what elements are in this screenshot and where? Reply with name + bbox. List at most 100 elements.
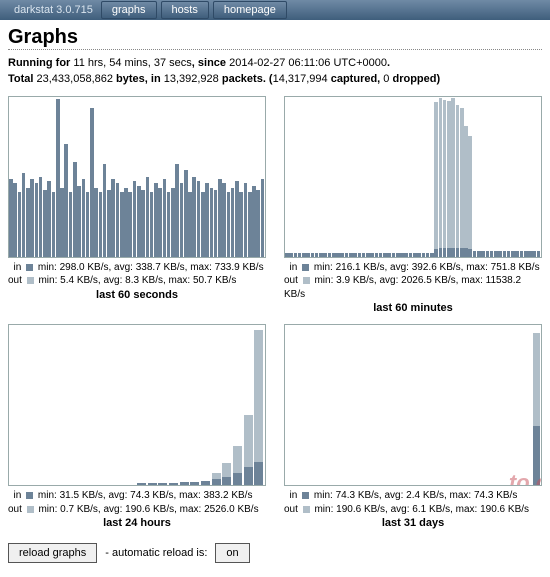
bar-in — [13, 183, 17, 257]
bar-in — [503, 251, 507, 257]
bar-in — [133, 181, 137, 257]
bar-in — [86, 192, 90, 257]
swatch-out-icon — [27, 277, 34, 284]
bar-in — [99, 192, 103, 257]
swatch-in-icon — [302, 264, 309, 271]
top-navbar: darkstat 3.0.715 graphs hosts homepage — [0, 0, 550, 20]
bar-in — [175, 164, 179, 257]
page-title: Graphs — [8, 26, 542, 50]
bar-in — [494, 251, 498, 257]
bar-in — [201, 481, 210, 485]
bar-in — [285, 253, 289, 257]
nav-link-homepage[interactable]: homepage — [213, 1, 287, 19]
bar-in — [82, 179, 86, 257]
legend-min: in min: 216.1 KB/s, avg: 392.6 KB/s, max… — [284, 261, 542, 302]
reload-graphs-button[interactable]: reload graphs — [8, 543, 97, 563]
bar-in — [528, 251, 532, 257]
bar-in — [306, 253, 310, 257]
bar-in — [537, 251, 541, 257]
bar-in — [205, 183, 209, 257]
bar-in — [158, 483, 167, 485]
bar-in — [477, 251, 481, 257]
bar-in — [524, 251, 528, 257]
chart-min — [284, 96, 542, 258]
swatch-in-icon — [302, 492, 309, 499]
swatch-in-icon — [26, 492, 33, 499]
bar-out — [451, 98, 455, 257]
bar-in — [439, 248, 443, 257]
bar-in — [248, 192, 252, 257]
bar-in — [379, 253, 383, 257]
bar-in — [212, 479, 221, 485]
bar-in — [150, 192, 154, 257]
bar-in — [456, 248, 460, 257]
bar-in — [319, 253, 323, 257]
bar-in — [56, 99, 60, 257]
swatch-out-icon — [303, 506, 310, 513]
bar-in — [481, 251, 485, 257]
bar-in — [163, 179, 167, 257]
bar-in — [302, 253, 306, 257]
graphs-grid: in min: 298.0 KB/s, avg: 338.7 KB/s, max… — [8, 96, 542, 530]
bar-in — [64, 144, 68, 256]
bar-out — [439, 98, 443, 257]
bar-in — [358, 253, 362, 257]
bar-in — [201, 192, 205, 257]
bar-in — [146, 177, 150, 257]
bar-in — [73, 162, 77, 257]
bar-in — [345, 253, 349, 257]
page-body: Graphs Running for 11 hrs, 54 mins, 37 s… — [0, 20, 550, 577]
bar-in — [52, 192, 56, 257]
bar-in — [430, 253, 434, 257]
bar-out — [434, 102, 438, 256]
total-bytes: 23,433,058,862 — [37, 73, 113, 85]
bar-out — [443, 100, 447, 257]
bar-in — [417, 253, 421, 257]
bar-in — [328, 253, 332, 257]
graph-card-hr: in min: 31.5 KB/s, avg: 74.3 KB/s, max: … — [8, 324, 266, 529]
bar-in — [520, 251, 524, 257]
bar-in — [148, 483, 157, 485]
bar-out — [456, 105, 460, 257]
bar-in — [103, 164, 107, 257]
reload-row: reload graphs - automatic reload is: on — [8, 543, 542, 563]
bar-in — [426, 253, 430, 257]
bar-in — [298, 253, 302, 257]
total-label: Total — [8, 73, 37, 85]
bar-in — [511, 251, 515, 257]
bar-in — [252, 186, 256, 257]
swatch-in-icon — [26, 264, 33, 271]
bar-in — [107, 190, 111, 257]
bar-out — [447, 101, 451, 257]
bar-in — [222, 183, 226, 257]
bar-in — [392, 253, 396, 257]
chart-title: last 60 minutes — [284, 302, 542, 314]
bar-out — [460, 108, 464, 257]
bar-in — [323, 253, 327, 257]
nav-link-hosts[interactable]: hosts — [161, 1, 209, 19]
bar-in — [532, 251, 536, 257]
bar-in — [413, 253, 417, 257]
bar-in — [507, 251, 511, 257]
status-lines: Running for 11 hrs, 54 mins, 37 secs, si… — [8, 56, 542, 88]
nav-link-graphs[interactable]: graphs — [101, 1, 157, 19]
bar-in — [137, 483, 146, 485]
legend-hr: in min: 31.5 KB/s, avg: 74.3 KB/s, max: … — [8, 489, 266, 516]
bar-in — [235, 181, 239, 257]
bar-in — [167, 192, 171, 257]
bar-in — [190, 482, 199, 485]
bar-in — [336, 253, 340, 257]
bar-in — [349, 253, 353, 257]
running-for-label: Running for — [8, 57, 70, 69]
chart-title: last 31 days — [284, 517, 542, 529]
graph-card-day: to.com技 术 成 就 梦 想 in min: 74.3 KB/s, avg… — [284, 324, 542, 529]
chart-title: last 24 hours — [8, 517, 266, 529]
graph-card-sec: in min: 298.0 KB/s, avg: 338.7 KB/s, max… — [8, 96, 266, 315]
bar-in — [498, 251, 502, 257]
bar-in — [239, 192, 243, 257]
bar-in — [289, 253, 293, 257]
bar-in — [256, 190, 260, 257]
bar-in — [261, 179, 265, 257]
legend-day: in min: 74.3 KB/s, avg: 2.4 KB/s, max: 7… — [284, 489, 542, 516]
auto-reload-toggle[interactable]: on — [215, 543, 249, 563]
